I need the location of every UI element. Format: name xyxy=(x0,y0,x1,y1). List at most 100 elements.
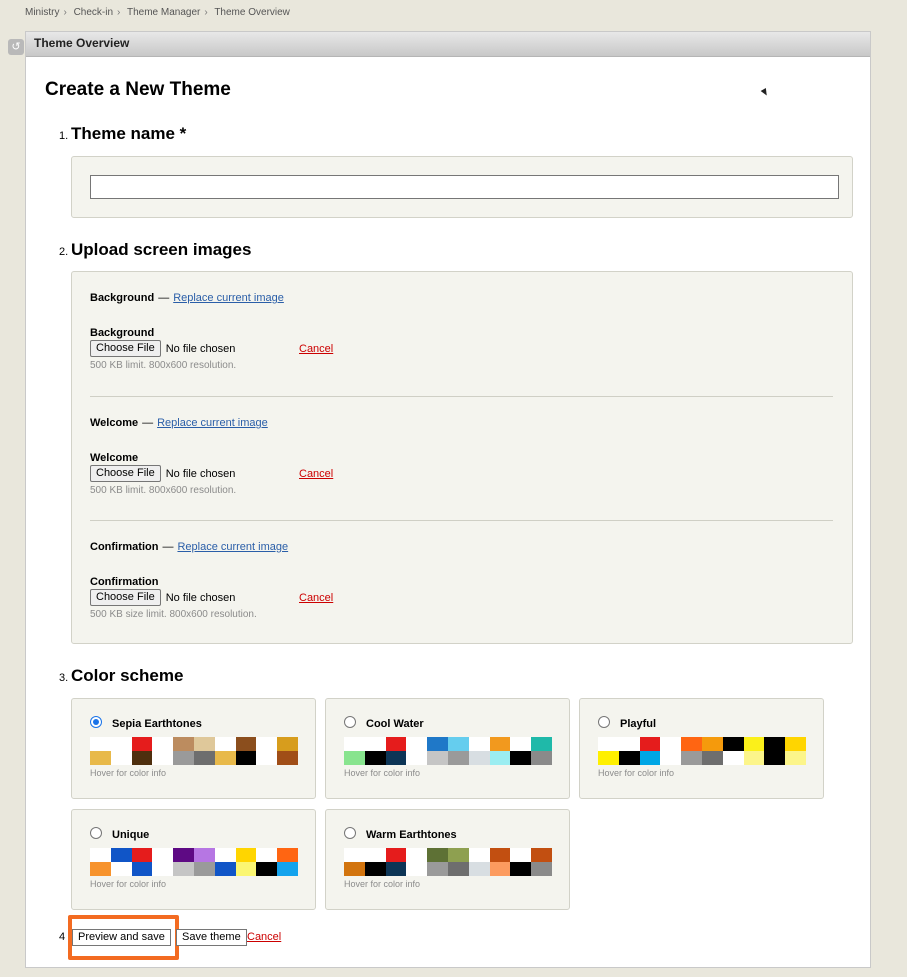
choose-file-button[interactable]: Choose File xyxy=(90,465,161,482)
color-swatch[interactable] xyxy=(531,751,552,765)
color-swatch[interactable] xyxy=(131,848,153,862)
scheme-radio[interactable] xyxy=(344,827,356,839)
color-swatch[interactable] xyxy=(618,737,640,751)
replace-image-link[interactable]: Replace current image xyxy=(157,417,268,429)
color-swatch[interactable] xyxy=(531,737,552,751)
color-swatch[interactable] xyxy=(152,848,174,862)
color-swatch[interactable] xyxy=(110,848,132,862)
color-swatch[interactable] xyxy=(785,751,806,765)
color-swatch[interactable] xyxy=(385,848,407,862)
color-swatch[interactable] xyxy=(681,737,702,751)
breadcrumb-item[interactable]: Check-in xyxy=(74,7,113,18)
color-swatch[interactable] xyxy=(510,751,532,765)
color-swatch[interactable] xyxy=(764,751,786,765)
color-swatch[interactable] xyxy=(277,751,298,765)
save-theme-button[interactable]: Save theme xyxy=(176,929,247,946)
color-swatch[interactable] xyxy=(364,737,386,751)
color-swatch[interactable] xyxy=(510,737,532,751)
scheme-radio[interactable] xyxy=(344,716,356,728)
preview-and-save-button[interactable]: Preview and save xyxy=(72,929,171,946)
color-swatch[interactable] xyxy=(406,862,428,876)
color-swatch[interactable] xyxy=(743,751,765,765)
color-swatch[interactable] xyxy=(510,862,532,876)
color-swatch[interactable] xyxy=(214,862,236,876)
breadcrumb-item[interactable]: Theme Overview xyxy=(214,7,290,18)
color-swatch[interactable] xyxy=(364,751,386,765)
color-swatch[interactable] xyxy=(131,862,153,876)
cancel-upload-link[interactable]: Cancel xyxy=(299,592,333,604)
cancel-upload-link[interactable]: Cancel xyxy=(299,468,333,480)
scheme-card[interactable]: Playful Hover for color info xyxy=(579,698,824,799)
color-swatch[interactable] xyxy=(406,737,428,751)
scheme-radio[interactable] xyxy=(90,716,102,728)
choose-file-button[interactable]: Choose File xyxy=(90,340,161,357)
color-swatch[interactable] xyxy=(235,751,257,765)
color-swatch[interactable] xyxy=(193,737,215,751)
color-swatch[interactable] xyxy=(152,737,174,751)
color-swatch[interactable] xyxy=(785,737,806,751)
scheme-radio[interactable] xyxy=(90,827,102,839)
color-swatch[interactable] xyxy=(618,751,640,765)
color-swatch[interactable] xyxy=(447,848,469,862)
theme-name-input[interactable] xyxy=(90,175,839,199)
color-swatch[interactable] xyxy=(110,751,132,765)
scheme-card[interactable]: Warm Earthtones Hover for color info xyxy=(325,809,570,910)
color-swatch[interactable] xyxy=(385,862,407,876)
color-swatch[interactable] xyxy=(489,848,511,862)
color-swatch[interactable] xyxy=(173,862,194,876)
color-swatch[interactable] xyxy=(173,737,194,751)
color-swatch[interactable] xyxy=(256,862,278,876)
color-swatch[interactable] xyxy=(90,862,111,876)
color-swatch[interactable] xyxy=(722,737,744,751)
color-swatch[interactable] xyxy=(598,751,619,765)
color-swatch[interactable] xyxy=(743,737,765,751)
cancel-upload-link[interactable]: Cancel xyxy=(299,343,333,355)
color-swatch[interactable] xyxy=(214,848,236,862)
color-swatch[interactable] xyxy=(277,862,298,876)
color-swatch[interactable] xyxy=(385,751,407,765)
scheme-radio[interactable] xyxy=(598,716,610,728)
color-swatch[interactable] xyxy=(427,848,448,862)
color-swatch[interactable] xyxy=(173,848,194,862)
color-swatch[interactable] xyxy=(489,751,511,765)
color-swatch[interactable] xyxy=(235,862,257,876)
color-swatch[interactable] xyxy=(660,751,682,765)
color-swatch[interactable] xyxy=(701,737,723,751)
color-swatch[interactable] xyxy=(447,737,469,751)
scheme-card[interactable]: Cool Water Hover for color info xyxy=(325,698,570,799)
color-swatch[interactable] xyxy=(344,737,365,751)
color-swatch[interactable] xyxy=(152,751,174,765)
color-swatch[interactable] xyxy=(90,848,111,862)
color-swatch[interactable] xyxy=(531,862,552,876)
color-swatch[interactable] xyxy=(214,751,236,765)
color-swatch[interactable] xyxy=(447,751,469,765)
color-swatch[interactable] xyxy=(468,751,490,765)
color-swatch[interactable] xyxy=(639,737,661,751)
color-swatch[interactable] xyxy=(364,848,386,862)
color-swatch[interactable] xyxy=(468,848,490,862)
color-swatch[interactable] xyxy=(364,862,386,876)
color-swatch[interactable] xyxy=(468,862,490,876)
color-swatch[interactable] xyxy=(193,751,215,765)
color-swatch[interactable] xyxy=(214,737,236,751)
color-swatch[interactable] xyxy=(277,737,298,751)
color-swatch[interactable] xyxy=(277,848,298,862)
color-swatch[interactable] xyxy=(235,737,257,751)
color-swatch[interactable] xyxy=(256,737,278,751)
color-swatch[interactable] xyxy=(110,862,132,876)
color-swatch[interactable] xyxy=(90,751,111,765)
color-swatch[interactable] xyxy=(173,751,194,765)
color-swatch[interactable] xyxy=(110,737,132,751)
color-swatch[interactable] xyxy=(256,848,278,862)
color-swatch[interactable] xyxy=(193,848,215,862)
color-swatch[interactable] xyxy=(406,848,428,862)
color-swatch[interactable] xyxy=(722,751,744,765)
color-swatch[interactable] xyxy=(152,862,174,876)
choose-file-button[interactable]: Choose File xyxy=(90,589,161,606)
color-swatch[interactable] xyxy=(235,848,257,862)
color-swatch[interactable] xyxy=(489,862,511,876)
color-swatch[interactable] xyxy=(344,862,365,876)
color-swatch[interactable] xyxy=(90,737,111,751)
breadcrumb-item[interactable]: Theme Manager xyxy=(127,7,200,18)
cancel-link[interactable]: Cancel xyxy=(247,931,281,943)
